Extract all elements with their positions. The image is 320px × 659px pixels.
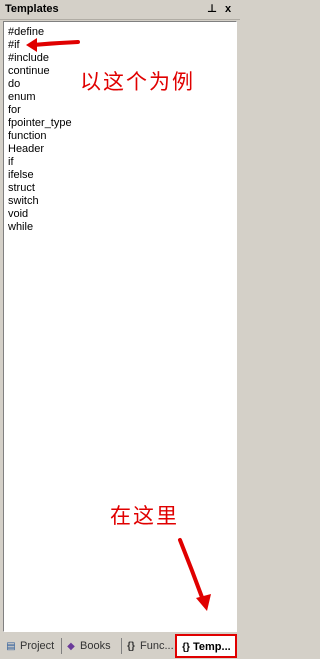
tab-books-label: Books xyxy=(80,640,111,652)
tab-project-label: Project xyxy=(20,640,55,652)
template-item-header[interactable]: Header xyxy=(8,143,236,156)
annotation-here-text: 在这里 xyxy=(110,504,179,528)
panel-title: Templates xyxy=(5,3,59,15)
annotation-example-text: 以这个为例 xyxy=(80,70,195,94)
tab-functions-label: Func... xyxy=(140,640,174,652)
tab-templates-label: Temp... xyxy=(193,641,231,653)
tab-books[interactable]: ◆ Books xyxy=(64,637,120,655)
template-item-define[interactable]: #define xyxy=(8,26,236,39)
template-item-void[interactable]: void xyxy=(8,208,236,221)
braces-icon: {} xyxy=(127,641,135,652)
template-item-function[interactable]: function xyxy=(8,130,236,143)
project-icon: ▤ xyxy=(6,641,16,652)
template-icon: {} xyxy=(182,642,190,653)
template-item-if-directive[interactable]: #if xyxy=(8,39,236,52)
template-item-struct[interactable]: struct xyxy=(8,182,236,195)
templates-list: #define #if #include continue do enum fo… xyxy=(4,22,236,234)
tab-project[interactable]: ▤ Project xyxy=(4,637,60,655)
template-item-include[interactable]: #include xyxy=(8,52,236,65)
pin-icon[interactable]: ⊥ xyxy=(206,3,218,16)
template-item-while[interactable]: while xyxy=(8,221,236,234)
panel-tab-bar: ▤ Project ◆ Books {} Func... {} Temp... xyxy=(0,634,240,659)
tab-separator xyxy=(121,638,122,654)
books-icon: ◆ xyxy=(67,641,75,652)
templates-list-area[interactable]: #define #if #include continue do enum fo… xyxy=(3,21,237,632)
tab-templates[interactable]: {} Temp... xyxy=(175,634,237,658)
template-item-ifelse[interactable]: ifelse xyxy=(8,169,236,182)
panel-title-bar: Templates ⊥ x xyxy=(0,0,240,20)
close-icon[interactable]: x xyxy=(222,3,234,16)
tab-separator xyxy=(61,638,62,654)
template-item-switch[interactable]: switch xyxy=(8,195,236,208)
tab-functions[interactable]: {} Func... xyxy=(124,637,174,655)
template-item-if[interactable]: if xyxy=(8,156,236,169)
template-item-for[interactable]: for xyxy=(8,104,236,117)
template-item-fpointer-type[interactable]: fpointer_type xyxy=(8,117,236,130)
